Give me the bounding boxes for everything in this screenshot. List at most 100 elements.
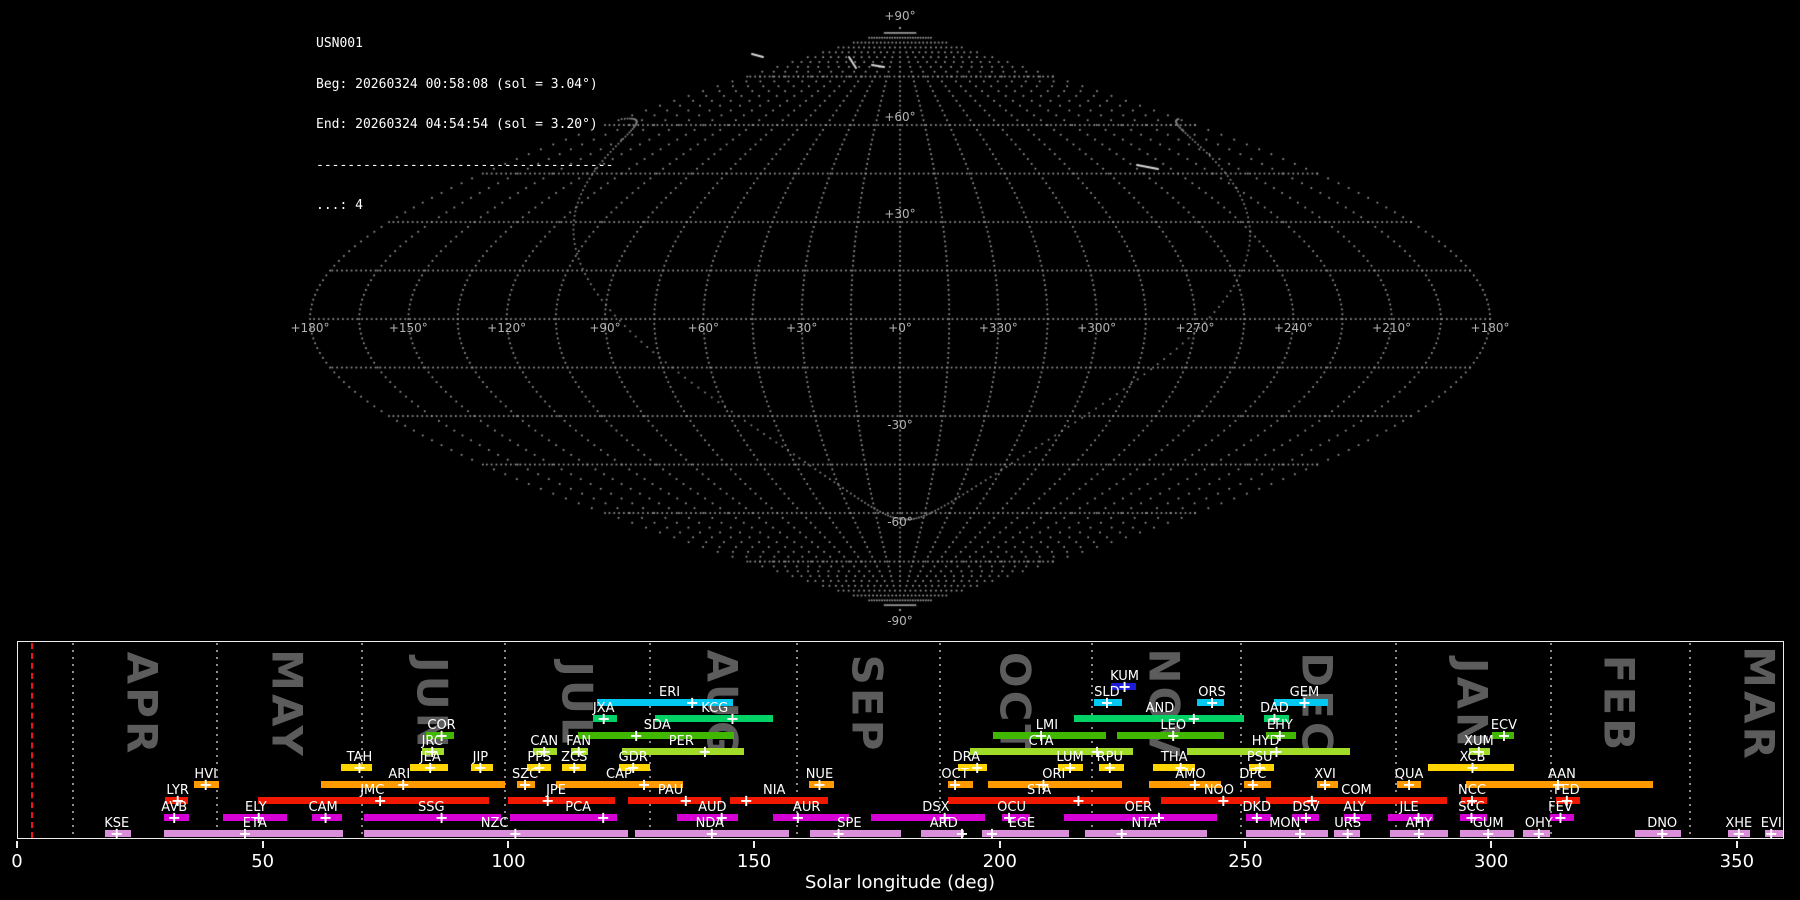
peak-marker: + [1732, 826, 1745, 842]
month-boundary-line [1240, 643, 1242, 838]
shower-label: NIA [763, 784, 785, 797]
x-axis-tick-label: 200 [983, 851, 1017, 872]
shower-label: COM [1341, 784, 1372, 797]
shower-label: OER [1125, 801, 1152, 814]
shower-bar [1085, 830, 1207, 837]
peak-marker: + [424, 760, 437, 776]
shower-label: SDA [644, 719, 671, 732]
month-boundary-line [1091, 643, 1093, 838]
longitude-label: +180° [1471, 321, 1510, 335]
peak-marker: + [474, 760, 487, 776]
shower-label: NZC [481, 817, 509, 830]
longitude-label: +330° [979, 321, 1018, 335]
peak-marker: + [597, 711, 610, 727]
meteor-count: ...: 4 [316, 199, 613, 213]
month-label: MAR [1734, 646, 1783, 762]
month-boundary-line [72, 643, 74, 838]
shower-bar [988, 781, 1122, 788]
month-boundary-line [1689, 643, 1691, 838]
current-solar-longitude-line [31, 643, 33, 838]
peak-marker: + [168, 810, 181, 826]
peak-marker: + [970, 760, 983, 776]
peak-marker: + [597, 810, 610, 826]
x-axis-tick [999, 841, 1001, 848]
shower-label: NTA [1131, 817, 1157, 830]
latitude-label: +90° [884, 9, 915, 23]
longitude-label: +210° [1372, 321, 1411, 335]
shower-bar [948, 797, 1149, 804]
shower-label: PER [669, 735, 694, 748]
peak-marker: + [985, 826, 998, 842]
latitude-label: +30° [884, 207, 915, 221]
peak-marker: + [1103, 760, 1116, 776]
longitude-label: +270° [1176, 321, 1215, 335]
x-axis-tick [1490, 841, 1492, 848]
peak-marker: + [1217, 793, 1230, 809]
latitude-label: -60° [887, 515, 913, 529]
x-axis-tick-label: 350 [1720, 851, 1754, 872]
longitude-label: +90° [589, 321, 620, 335]
peak-marker: + [397, 777, 410, 793]
longitude-label: +120° [487, 321, 526, 335]
peak-marker: + [948, 777, 961, 793]
month-label: SEP [843, 655, 892, 754]
peak-marker: + [110, 826, 123, 842]
shower-label: EGE [1009, 817, 1036, 830]
separator-line: -------------------------------------- [316, 159, 613, 173]
peak-marker: + [1341, 826, 1354, 842]
longitude-label: +240° [1274, 321, 1313, 335]
shower-label: ERI [659, 686, 680, 699]
longitude-label: +60° [688, 321, 719, 335]
peak-marker: + [568, 760, 581, 776]
x-axis-tick-label: 0 [11, 851, 22, 872]
latitude-label: -30° [887, 418, 913, 432]
month-boundary-line [216, 643, 218, 838]
shower-bar [364, 830, 627, 837]
shower-bar [321, 781, 505, 788]
peak-marker: + [1188, 777, 1201, 793]
peak-marker: + [1554, 810, 1567, 826]
session-begin: Beg: 20260324 00:58:08 (sol = 3.04°) [316, 78, 613, 92]
month-label: MAY [263, 649, 312, 759]
peak-marker: + [1072, 793, 1085, 809]
peak-marker: + [629, 728, 642, 744]
x-axis-tick [753, 841, 755, 848]
month-boundary-line [361, 643, 363, 838]
peak-marker: + [1412, 826, 1425, 842]
peak-marker: + [1246, 777, 1259, 793]
peak-marker: + [955, 826, 968, 842]
peak-marker: + [238, 826, 251, 842]
x-axis-tick-label: 300 [1474, 851, 1508, 872]
peak-marker: + [726, 711, 739, 727]
shower-bar [164, 830, 343, 837]
x-axis-tick [1244, 841, 1246, 848]
peak-marker: + [679, 793, 692, 809]
peak-marker: + [705, 826, 718, 842]
peak-marker: + [1497, 728, 1510, 744]
longitude-label: +150° [389, 321, 428, 335]
session-info: USN001 Beg: 20260324 00:58:08 (sol = 3.0… [316, 10, 613, 240]
latitude-label: -90° [887, 614, 913, 628]
sky-map-canvas [0, 0, 1800, 636]
month-boundary-line [504, 643, 506, 838]
peak-marker: + [319, 810, 332, 826]
longitude-label: +0° [888, 321, 912, 335]
peak-marker: + [813, 777, 826, 793]
shower-label: AND [1146, 702, 1175, 715]
peak-marker: + [698, 744, 711, 760]
peak-marker: + [373, 793, 386, 809]
peak-marker: + [1482, 826, 1495, 842]
shower-label: CTA [1029, 735, 1054, 748]
peak-marker: + [353, 760, 366, 776]
shower-label: KCG [701, 702, 728, 715]
peak-marker: + [1655, 826, 1668, 842]
shower-label: STA [1027, 784, 1051, 797]
peak-marker: + [1100, 695, 1113, 711]
peak-marker: + [637, 777, 650, 793]
peak-marker: + [1250, 810, 1263, 826]
shower-label: CAP [606, 768, 632, 781]
shower-label: PCA [565, 801, 591, 814]
peak-marker: + [1167, 728, 1180, 744]
peak-marker: + [1118, 679, 1131, 695]
peak-marker: + [791, 810, 804, 826]
